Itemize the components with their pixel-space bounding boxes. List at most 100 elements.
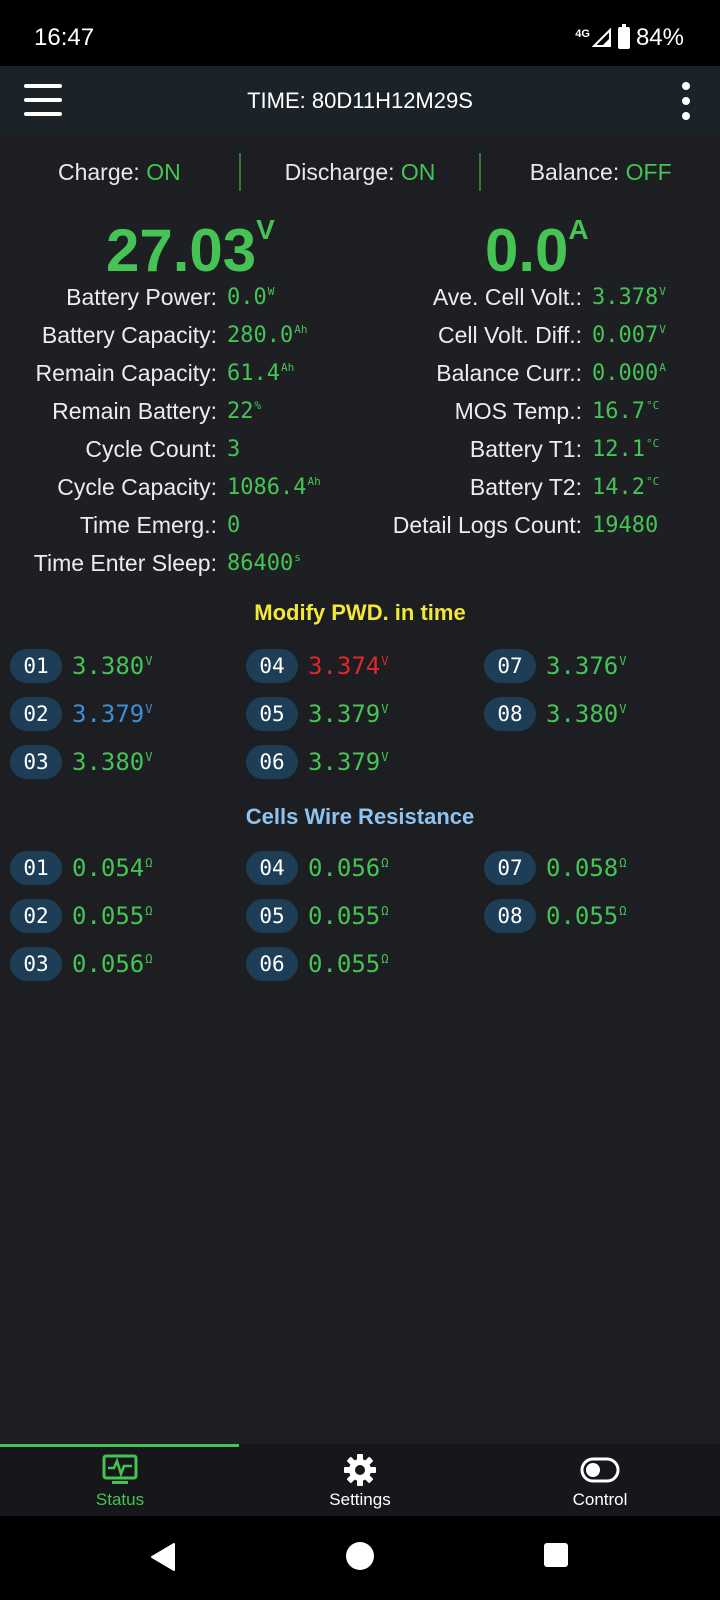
cell-voltages-section: Modify PWD. in time 01 3.380V 02 3.379V 03… bbox=[0, 590, 720, 790]
cell-index-badge: 07 bbox=[484, 649, 536, 683]
stat-label: Cycle Count: bbox=[85, 435, 217, 462]
stat-row: Remain Battery: 22% bbox=[0, 392, 360, 430]
stat-value: 1086.4Ah bbox=[227, 474, 321, 500]
stat-row: Battery T1: 12.1°C bbox=[360, 430, 720, 468]
stat-row: Cell Volt. Diff.: 0.007V bbox=[360, 316, 720, 354]
more-options-icon[interactable] bbox=[680, 82, 692, 120]
tab-label: Settings bbox=[329, 1490, 391, 1509]
battery-icon bbox=[617, 24, 630, 49]
stat-row: Balance Curr.: 0.000A bbox=[360, 354, 720, 392]
signal-icon bbox=[591, 28, 611, 47]
charge-label: Charge: bbox=[57, 158, 140, 185]
wire-resistance-02: 02 0.055Ω bbox=[10, 896, 152, 936]
wire-resistance-value: 0.055Ω bbox=[72, 902, 153, 930]
tab-control[interactable]: Control bbox=[480, 1444, 720, 1516]
stat-label: Time Enter Sleep: bbox=[33, 549, 217, 576]
cell-index-badge: 01 bbox=[10, 851, 62, 885]
stat-row: Battery Power: 0.0W bbox=[0, 278, 360, 316]
charge-value: ON bbox=[146, 158, 181, 185]
stat-row: Battery Capacity: 280.0Ah bbox=[0, 316, 360, 354]
stat-row: Battery T2: 14.2°C bbox=[360, 468, 720, 506]
stat-value: 12.1°C bbox=[592, 436, 660, 462]
stat-row: Cycle Capacity: 1086.4Ah bbox=[0, 468, 360, 506]
gear-icon bbox=[340, 1452, 380, 1488]
tab-label: Control bbox=[572, 1490, 628, 1509]
cell-index-badge: 02 bbox=[10, 899, 62, 933]
cell-voltage-03: 03 3.380V bbox=[10, 742, 152, 782]
cell-voltage-06: 06 3.379V bbox=[246, 742, 388, 782]
wire-resistance-value: 0.056Ω bbox=[308, 854, 389, 882]
stat-row: Remain Capacity: 61.4Ah bbox=[0, 354, 360, 392]
tab-settings[interactable]: Settings bbox=[240, 1444, 480, 1516]
cell-voltage-01: 01 3.380V bbox=[10, 646, 152, 686]
network-type: 4G bbox=[575, 28, 590, 40]
wire-resistance-06: 06 0.055Ω bbox=[246, 944, 388, 984]
cell-index-badge: 05 bbox=[246, 697, 298, 731]
stat-value: 0 bbox=[227, 512, 241, 538]
charge-status: Charge: ON bbox=[0, 159, 239, 186]
wire-resistance-04: 04 0.056Ω bbox=[246, 848, 388, 888]
tab-label: Status bbox=[95, 1490, 145, 1509]
monitor-icon bbox=[100, 1452, 140, 1488]
wire-resistance-07: 07 0.058Ω bbox=[484, 848, 626, 888]
stat-label: Battery T1: bbox=[469, 435, 582, 462]
cell-index-badge: 04 bbox=[246, 649, 298, 683]
recents-icon[interactable] bbox=[542, 1540, 570, 1570]
tab-status[interactable]: Status bbox=[0, 1444, 240, 1516]
stat-label: MOS Temp.: bbox=[454, 397, 582, 424]
stat-value: 16.7°C bbox=[592, 398, 660, 424]
stat-value: 280.0Ah bbox=[227, 322, 308, 348]
stat-label: Battery Power: bbox=[66, 283, 217, 310]
stat-label: Remain Battery: bbox=[52, 397, 217, 424]
cell-voltage-value: 3.379V bbox=[308, 748, 389, 776]
stat-value: 61.4Ah bbox=[227, 360, 295, 386]
stat-value: 86400s bbox=[227, 550, 301, 576]
total-current: 0.0A bbox=[485, 214, 589, 285]
section-title: Cells Wire Resistance bbox=[245, 804, 475, 829]
stat-row: Time Emerg.: 0 bbox=[0, 506, 360, 544]
cell-voltage-02: 02 3.379V bbox=[10, 694, 152, 734]
discharge-status: Discharge: ON bbox=[241, 159, 480, 186]
cell-voltage-07: 07 3.376V bbox=[484, 646, 626, 686]
stat-label: Detail Logs Count: bbox=[392, 511, 582, 538]
wire-resistance-value: 0.055Ω bbox=[546, 902, 627, 930]
balance-status: Balance: OFF bbox=[481, 159, 720, 186]
wire-resistance-value: 0.056Ω bbox=[72, 950, 153, 978]
total-voltage-unit: V bbox=[256, 214, 275, 245]
cell-index-badge: 07 bbox=[484, 851, 536, 885]
wire-resistance-01: 01 0.054Ω bbox=[10, 848, 152, 888]
home-icon[interactable] bbox=[344, 1540, 376, 1572]
wire-resistance-03: 03 0.056Ω bbox=[10, 944, 152, 984]
wire-resistance-value: 0.055Ω bbox=[308, 902, 389, 930]
back-icon[interactable] bbox=[146, 1540, 180, 1574]
stat-row: Cycle Count: 3 bbox=[0, 430, 360, 468]
stat-value: 0.0W bbox=[227, 284, 275, 310]
stat-value: 19480 bbox=[592, 512, 659, 538]
page-title: TIME: 80D11H12M29S bbox=[247, 88, 473, 113]
main-readings: 27.03V 0.0A Battery Power: 0.0W Battery C… bbox=[0, 208, 720, 588]
wire-resistance-08: 08 0.055Ω bbox=[484, 896, 626, 936]
app-bar: TIME: 80D11H12M29S bbox=[0, 66, 720, 136]
cell-voltage-value: 3.376V bbox=[546, 652, 627, 680]
cell-voltage-value: 3.379V bbox=[72, 700, 153, 728]
cell-index-badge: 08 bbox=[484, 899, 536, 933]
cell-voltage-value: 3.374V bbox=[308, 652, 389, 680]
cell-voltage-value: 3.380V bbox=[72, 748, 153, 776]
cell-index-badge: 01 bbox=[10, 649, 62, 683]
stat-label: Battery Capacity: bbox=[41, 321, 217, 348]
cell-index-badge: 04 bbox=[246, 851, 298, 885]
switch-status-row: Charge: ON Discharge: ON Balance: OFF bbox=[0, 138, 720, 206]
wire-resistance-value: 0.054Ω bbox=[72, 854, 153, 882]
balance-value: OFF bbox=[625, 158, 672, 185]
discharge-value: ON bbox=[400, 158, 436, 185]
stat-label: Remain Capacity: bbox=[35, 359, 217, 386]
wire-resistance-value: 0.058Ω bbox=[546, 854, 627, 882]
stat-label: Balance Curr.: bbox=[436, 359, 582, 386]
stat-value: 14.2°C bbox=[592, 474, 660, 500]
stat-value: 3 bbox=[227, 436, 241, 462]
cell-voltage-04: 04 3.374V bbox=[246, 646, 388, 686]
discharge-label: Discharge: bbox=[284, 158, 395, 185]
cell-voltage-05: 05 3.379V bbox=[246, 694, 388, 734]
wire-resistance-value: 0.055Ω bbox=[308, 950, 389, 978]
toggle-icon bbox=[580, 1452, 620, 1488]
